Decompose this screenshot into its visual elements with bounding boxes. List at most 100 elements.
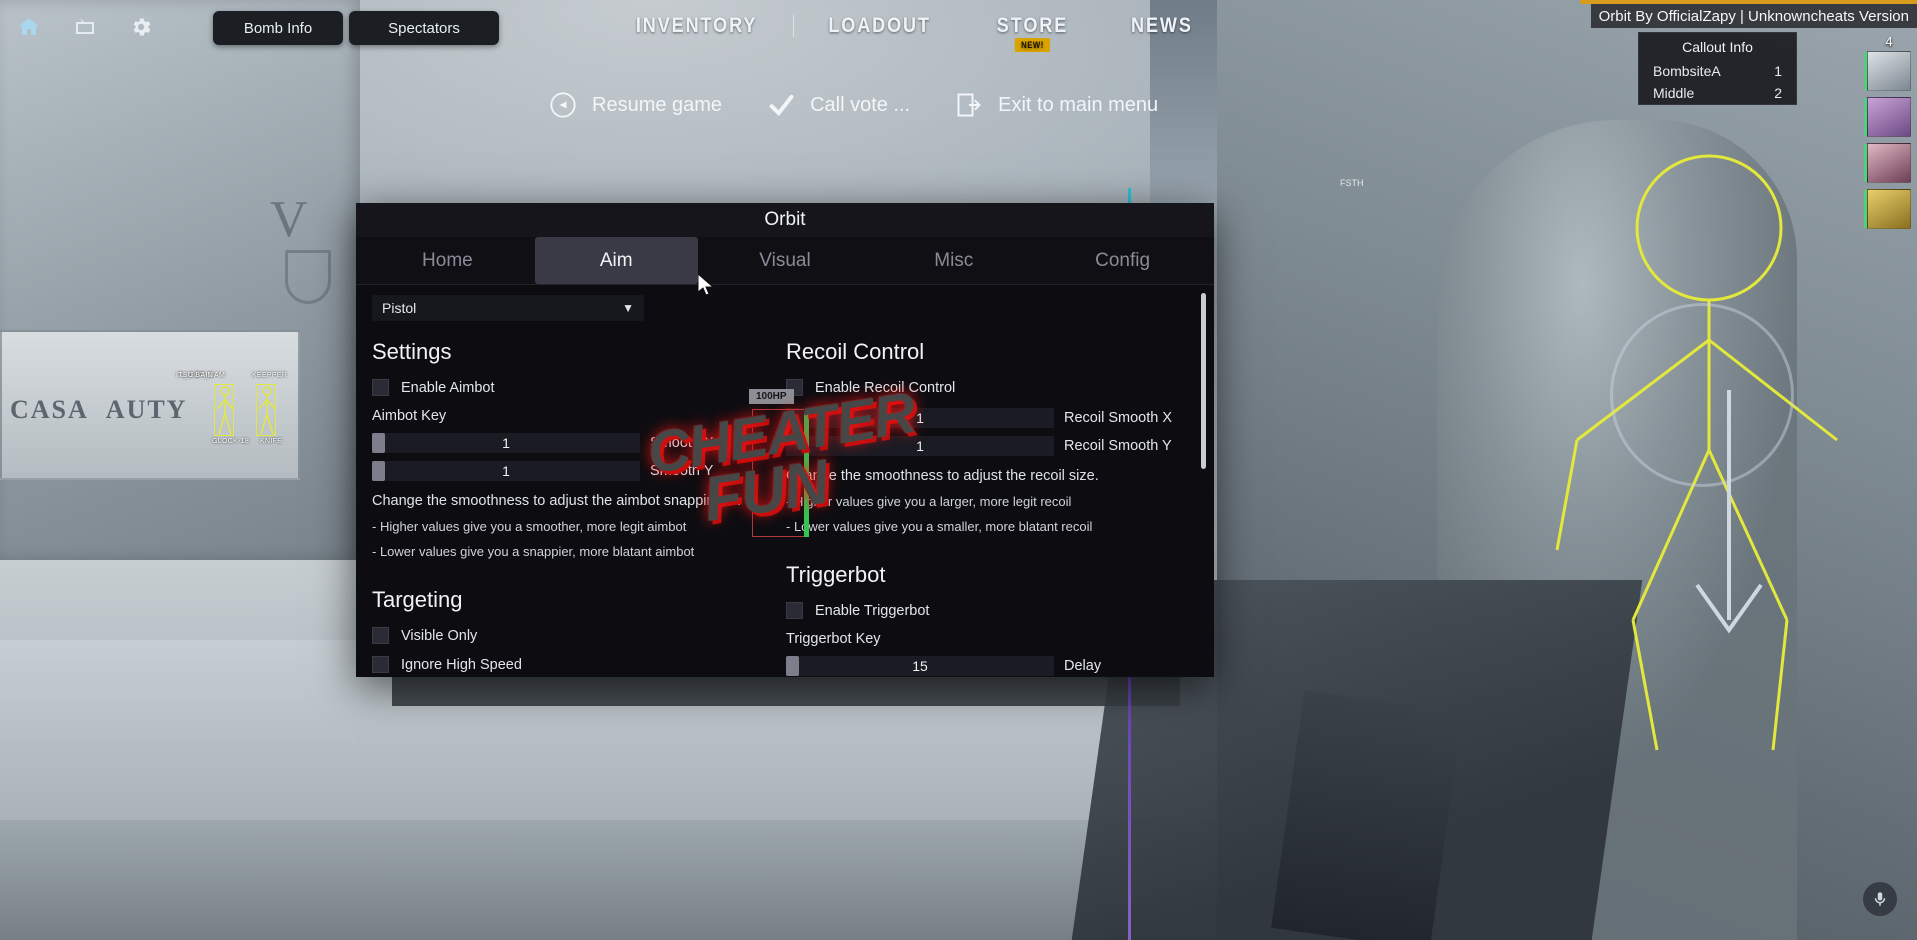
recoil-smooth-x-slider[interactable]: 1 [786, 408, 1054, 428]
ignore-high-speed-row[interactable]: Ignore High Speed [372, 656, 784, 673]
recoil-smooth-x-value: 1 [916, 410, 924, 426]
tab-visual[interactable]: Visual [704, 237, 867, 284]
triggerbot-key-label[interactable]: Triggerbot Key [786, 631, 1196, 647]
ignore-high-speed-checkbox[interactable] [372, 656, 389, 673]
tab-aim[interactable]: Aim [534, 237, 698, 284]
new-badge: NEW! [1015, 38, 1051, 52]
tv-icon[interactable] [72, 14, 98, 40]
right-settings-column: Recoil Control Enable Recoil Control 1 R… [784, 339, 1196, 677]
delay-slider[interactable]: 15 [786, 656, 1054, 676]
aimbot-bullet: - Higher values give you a smoother, mor… [372, 519, 687, 534]
top-icon-bar [0, 0, 200, 54]
crate-text: CASA AUTY [10, 395, 188, 424]
smooth-y-value: 1 [502, 463, 510, 479]
pause-menu: Resume game Call vote ... Exit to main m… [548, 90, 1158, 120]
recoil-smooth-x-label: Recoil Smooth X [1064, 410, 1172, 426]
cheat-menu-title: Orbit [356, 203, 1214, 237]
main-nav: INVENTORY LOADOUT STORE NEW! NEWS [600, 14, 1224, 52]
spectators-button[interactable]: Spectators [349, 11, 499, 45]
esp-hp-tag: 100HP [749, 389, 794, 404]
enable-triggerbot-checkbox[interactable] [786, 602, 803, 619]
resume-label: Resume game [592, 93, 723, 116]
enable-triggerbot-row[interactable]: Enable Triggerbot [786, 602, 1196, 619]
nav-inventory[interactable]: INVENTORY [614, 14, 780, 38]
enable-triggerbot-label: Enable Triggerbot [815, 602, 930, 619]
exit-to-main-menu-button[interactable]: Exit to main menu [954, 90, 1158, 120]
chevron-down-icon: ▼ [622, 301, 634, 315]
weapon-dropdown[interactable]: Pistol ▼ [372, 295, 644, 321]
callout-place: BombsiteA [1653, 63, 1721, 79]
call-vote-button[interactable]: Call vote ... [766, 90, 910, 120]
recoil-smooth-y-slider[interactable]: 1 [786, 436, 1054, 456]
aimbot-description: Change the smoothness to adjust the aimb… [372, 493, 742, 509]
enable-aimbot-label: Enable Aimbot [401, 379, 495, 396]
callout-info-panel: Callout Info BombsiteA 1 Middle 2 [1638, 32, 1797, 105]
floor-shadow [0, 820, 1260, 940]
enable-recoil-label: Enable Recoil Control [815, 379, 956, 396]
recoil-control-heading: Recoil Control [786, 339, 925, 364]
gear-icon[interactable] [128, 14, 154, 40]
callout-title: Callout Info [1682, 39, 1753, 55]
bomb-info-button[interactable]: Bomb Info [213, 11, 343, 45]
delay-value: 15 [912, 658, 928, 674]
tab-home[interactable]: Home [366, 237, 529, 284]
recoil-bullet: - Lower values give you a smaller, more … [786, 519, 1093, 534]
resume-game-button[interactable]: Resume game [548, 90, 722, 120]
delay-label: Delay [1064, 658, 1102, 674]
enable-recoil-row[interactable]: Enable Recoil Control [786, 379, 1196, 396]
cheat-menu-tabs: Home Aim Visual Misc Config [356, 237, 1214, 285]
arrow-decal [1695, 390, 1763, 634]
nav-store[interactable]: STORE NEW! [975, 14, 1091, 52]
spectator-thumb[interactable] [1864, 97, 1911, 137]
spectator-thumb[interactable] [1864, 143, 1911, 183]
aimbot-key-label[interactable]: Aimbot Key [372, 408, 784, 424]
recoil-smooth-y-label: Recoil Smooth Y [1064, 438, 1172, 454]
graffiti-mark: V [270, 191, 308, 248]
callout-count: 2 [1774, 85, 1782, 101]
recoil-smooth-y-value: 1 [916, 438, 924, 454]
visible-only-label: Visible Only [401, 627, 478, 644]
visible-only-row[interactable]: Visible Only [372, 627, 784, 644]
left-settings-column: Settings Enable Aimbot Aimbot Key 1 Smoo… [372, 339, 784, 677]
exit-label: Exit to main menu [998, 93, 1159, 116]
callout-row: BombsiteA 1 [1639, 60, 1796, 82]
esp-preview-box [752, 409, 806, 537]
visible-only-checkbox[interactable] [372, 627, 389, 644]
aimbot-bullet: - Lower values give you a snappier, more… [372, 544, 695, 559]
smooth-y-row: 1 Smooth Y [372, 461, 784, 481]
nav-loadout[interactable]: LOADOUT [806, 14, 953, 38]
resume-icon [548, 90, 578, 120]
spectator-thumb[interactable] [1864, 51, 1911, 91]
shield-decal [285, 250, 331, 304]
smooth-x-slider[interactable]: 1 [372, 433, 640, 453]
nav-store-label: STORE [997, 14, 1069, 37]
microphone-icon [1863, 882, 1897, 916]
enable-aimbot-checkbox[interactable] [372, 379, 389, 396]
nav-news[interactable]: NEWS [1109, 14, 1215, 38]
targeting-heading: Targeting [372, 587, 463, 612]
nav-divider [793, 15, 795, 37]
spectator-thumb[interactable] [1864, 189, 1911, 229]
smooth-x-label: Smooth X [650, 435, 714, 451]
viewmodel-grip [1271, 690, 1463, 940]
tab-misc[interactable]: Misc [872, 237, 1035, 284]
lower-shadow [392, 672, 1180, 706]
home-icon[interactable] [16, 14, 42, 40]
esp-skeleton [258, 386, 276, 435]
exit-icon [954, 90, 984, 120]
cheat-menu-body: Pistol ▼ Settings Enable Aimbot Aimbot K… [356, 285, 1214, 677]
screenshot-root: V CASA AUTY L_GOT_DAM GLOCK-18 KEEPPER K… [0, 0, 1917, 940]
recoil-description: Change the smoothness to adjust the reco… [786, 468, 1099, 484]
smooth-x-value: 1 [502, 435, 510, 451]
spectator-thumbnail-column: 4 [1864, 34, 1913, 235]
delay-row: 15 Delay [786, 656, 1196, 676]
check-icon [766, 90, 796, 120]
weapon-dropdown-value: Pistol [382, 300, 417, 316]
smooth-y-label: Smooth Y [650, 463, 714, 479]
tab-config[interactable]: Config [1041, 237, 1204, 284]
scrollbar-thumb[interactable] [1201, 293, 1206, 469]
cheat-menu-window: Orbit Home Aim Visual Misc Config Pistol… [356, 203, 1214, 677]
enable-aimbot-row[interactable]: Enable Aimbot [372, 379, 784, 396]
smooth-y-slider[interactable]: 1 [372, 461, 640, 481]
recoil-smooth-y-row: 1 Recoil Smooth Y [786, 436, 1196, 456]
